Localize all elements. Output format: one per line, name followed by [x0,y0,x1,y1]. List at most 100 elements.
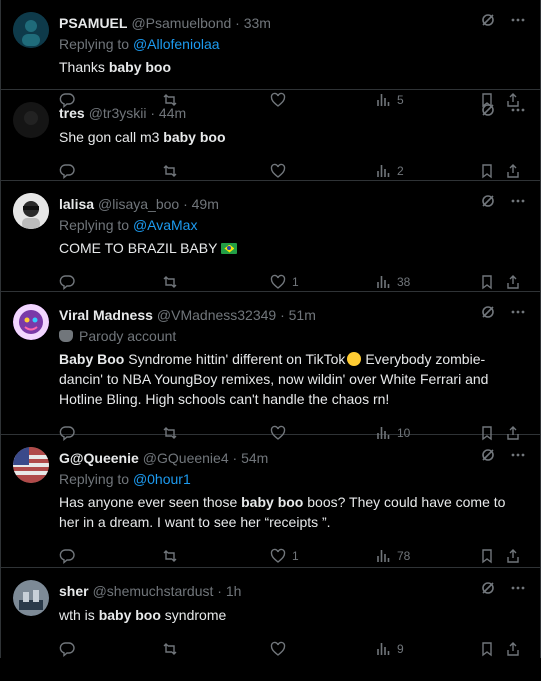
text-highlight: baby boo [108,59,172,75]
author-name[interactable]: G@Queenie [59,448,139,468]
timestamp[interactable]: · 1h [217,581,241,601]
like-button[interactable]: 1 [270,548,299,564]
like-button[interactable] [270,641,292,657]
share-icon [505,163,521,179]
text-part: She gon call m3 [59,129,164,145]
share-button[interactable] [505,163,521,179]
views-button[interactable]: 38 [375,274,410,290]
tweet-text: Thanks baby boo [59,57,528,77]
parody-label: Parody account [59,326,528,346]
bookmark-button[interactable] [479,548,495,564]
author-name[interactable]: PSAMUEL [59,13,127,33]
views-button[interactable]: 9 [375,641,404,657]
bookmark-icon [479,274,495,290]
tweet-text: Has anyone ever seen those baby boo boos… [59,492,528,532]
author-name[interactable]: lalisa [59,194,94,214]
like-count: 1 [292,549,299,563]
views-icon [375,641,391,657]
tweet[interactable]: PSAMUEL @Psamuelbond · 33m Replying to @… [1,0,540,108]
repost-button[interactable] [162,548,178,564]
grok-icon[interactable] [480,12,496,28]
avatar[interactable] [13,102,49,138]
tweet[interactable]: sher @shemuchstardust · 1h wth is baby b… [1,568,540,658]
bookmark-icon [479,548,495,564]
share-icon [505,274,521,290]
avatar[interactable] [13,193,49,229]
author-handle[interactable]: @lisaya_boo [98,194,179,214]
reply-button[interactable] [59,274,75,290]
reply-button[interactable] [59,548,75,564]
text-part: Has anyone ever seen those [59,494,242,510]
timestamp[interactable]: · 33m [235,13,271,33]
share-button[interactable] [505,274,521,290]
reply-button[interactable] [59,641,75,657]
bookmark-button[interactable] [479,274,495,290]
views-count: 2 [397,164,404,178]
author-handle[interactable]: @tr3yskii [89,103,147,123]
author-handle[interactable]: @VMadness32349 [157,305,276,325]
text-part: Syndrome hittin' different on TikTok [124,351,346,367]
tweet-text: She gon call m3 baby boo [59,127,528,147]
text-highlight: baby boo [98,607,161,623]
more-icon[interactable] [510,304,526,320]
action-bar: 9 [59,631,528,671]
more-icon[interactable] [510,580,526,596]
repost-button[interactable] [162,641,178,657]
views-icon [375,274,391,290]
author-handle[interactable]: @GQueenie4 [143,448,229,468]
repost-icon [162,641,178,657]
text-part: COME TO BRAZIL BABY [59,240,218,256]
share-button[interactable] [505,548,521,564]
like-icon [270,274,286,290]
grok-icon[interactable] [480,102,496,118]
author-handle[interactable]: @shemuchstardust [93,581,214,601]
tweet[interactable]: tres @tr3yskii · 44m She gon call m3 bab… [1,90,540,181]
repost-button[interactable] [162,274,178,290]
views-button[interactable]: 2 [375,163,404,179]
timestamp[interactable]: · 44m [150,103,186,123]
more-icon[interactable] [510,447,526,463]
avatar[interactable] [13,304,49,340]
grok-icon[interactable] [480,580,496,596]
reply-icon [59,641,75,657]
author-name[interactable]: tres [59,103,85,123]
bookmark-button[interactable] [479,641,495,657]
share-button[interactable] [505,641,521,657]
bookmark-icon [479,163,495,179]
bookmark-button[interactable] [479,163,495,179]
replying-to-link[interactable]: @0hour1 [133,471,191,487]
tweet[interactable]: G@Queenie @GQueenie4 · 54m Replying to @… [1,435,540,568]
grok-icon[interactable] [480,193,496,209]
views-count: 78 [397,549,411,563]
replying-to-link[interactable]: @Allofeniolaa [133,36,220,52]
views-button[interactable]: 78 [375,548,410,564]
more-icon[interactable] [510,193,526,209]
timestamp[interactable]: · 54m [233,448,269,468]
like-button[interactable] [270,163,292,179]
tweet[interactable]: lalisa @lisaya_boo · 49m Replying to @Av… [1,181,540,292]
tweet-text: COME TO BRAZIL BABY [59,238,528,258]
avatar[interactable] [13,12,49,48]
reply-button[interactable] [59,163,75,179]
like-count: 1 [292,275,299,289]
like-icon [270,548,286,564]
replying-to-link[interactable]: @AvaMax [133,217,198,233]
timestamp[interactable]: · 49m [183,194,219,214]
like-icon [270,641,286,657]
timestamp[interactable]: · 51m [280,305,316,325]
replying-to: Replying to @Allofeniolaa [59,34,528,54]
like-button[interactable]: 1 [270,274,299,290]
share-icon [505,641,521,657]
grok-icon[interactable] [480,304,496,320]
repost-button[interactable] [162,163,178,179]
author-name[interactable]: sher [59,581,89,601]
author-name[interactable]: Viral Madness [59,305,153,325]
avatar[interactable] [13,447,49,483]
tweet-text: Baby Boo Syndrome hittin' different on T… [59,349,528,409]
grok-icon[interactable] [480,447,496,463]
more-icon[interactable] [510,102,526,118]
author-handle[interactable]: @Psamuelbond [131,13,231,33]
more-icon[interactable] [510,12,526,28]
tweet[interactable]: Viral Madness @VMadness32349 · 51m Parod… [1,292,540,441]
avatar[interactable] [13,580,49,616]
